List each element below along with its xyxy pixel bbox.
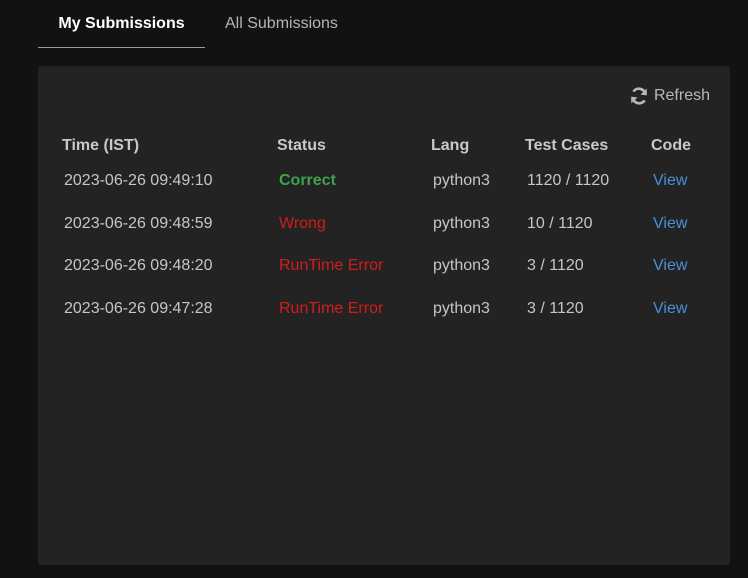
submission-status: Wrong [279, 214, 326, 232]
tab-my-submissions[interactable]: My Submissions [38, 1, 205, 48]
submissions-panel: Refresh Time (IST) Status Lang Test Case… [38, 66, 730, 565]
table-row: 2023-06-26 09:48:59 Wrong python3 10 / 1… [62, 203, 711, 246]
table-header-row: Time (IST) Status Lang Test Cases Code [62, 132, 711, 160]
submission-lang: python3 [433, 257, 490, 275]
view-code-link[interactable]: View [651, 160, 711, 203]
submission-test-cases: 10 / 1120 [527, 214, 593, 232]
view-code-link[interactable]: View [651, 245, 711, 288]
table-row: 2023-06-26 09:48:20 RunTime Error python… [62, 245, 711, 288]
submission-tabs: My Submissions All Submissions [38, 0, 358, 48]
submission-lang: python3 [433, 214, 490, 232]
refresh-icon [629, 86, 649, 106]
submission-lang: python3 [433, 172, 490, 190]
submission-time: 2023-06-26 09:48:59 [64, 214, 213, 232]
submission-time: 2023-06-26 09:48:20 [64, 257, 213, 275]
submissions-table: Time (IST) Status Lang Test Cases Code 2… [62, 132, 711, 330]
tab-all-submissions[interactable]: All Submissions [205, 0, 358, 47]
submission-status: RunTime Error [279, 300, 384, 318]
view-code-link[interactable]: View [651, 203, 711, 246]
table-row: 2023-06-26 09:47:28 RunTime Error python… [62, 288, 711, 331]
refresh-button[interactable]: Refresh [629, 86, 710, 106]
column-header-time: Time (IST) [62, 137, 140, 154]
view-code-link[interactable]: View [651, 288, 711, 331]
column-header-code: Code [651, 137, 691, 154]
column-header-lang: Lang [431, 137, 470, 154]
table-row: 2023-06-26 09:49:10 Correct python3 1120… [62, 160, 711, 203]
column-header-status: Status [277, 137, 326, 154]
refresh-label: Refresh [653, 87, 710, 104]
column-header-test-cases: Test Cases [525, 137, 609, 154]
submission-test-cases: 3 / 1120 [527, 300, 584, 318]
submission-time: 2023-06-26 09:47:28 [64, 300, 213, 318]
submission-time: 2023-06-26 09:49:10 [64, 172, 213, 190]
submission-test-cases: 3 / 1120 [527, 257, 584, 275]
submission-test-cases: 1120 / 1120 [527, 172, 610, 190]
submission-status: Correct [279, 172, 336, 190]
submission-lang: python3 [433, 300, 490, 318]
submission-status: RunTime Error [279, 257, 384, 275]
